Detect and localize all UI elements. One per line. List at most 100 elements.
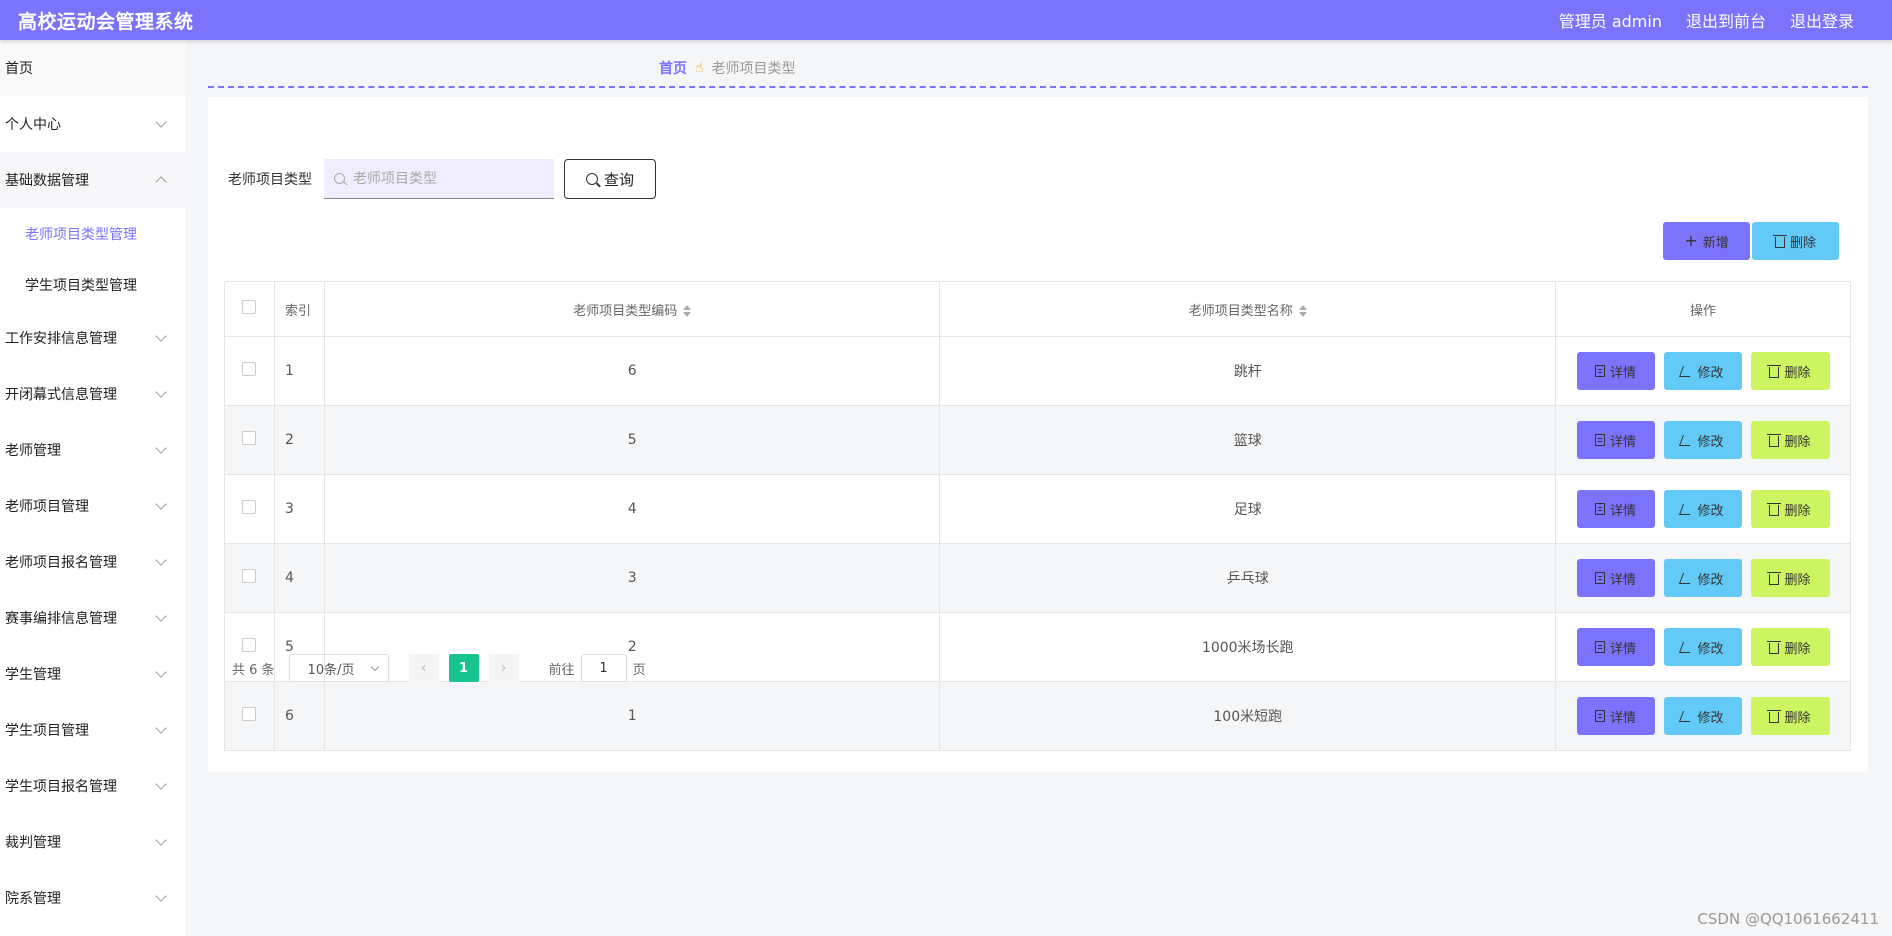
sidebar-item-label: 赛事编排信息管理	[5, 611, 117, 627]
sidebar-item-teacher-signup[interactable]: 老师项目报名管理	[0, 534, 185, 590]
search-input-wrapper	[324, 159, 554, 199]
detail-button[interactable]: 详情	[1576, 352, 1655, 390]
row-select-cell[interactable]	[224, 543, 275, 613]
pagination: 共 6 条 10条/页 ‹ 1 › 前往 1 页	[232, 654, 646, 682]
delete-button-label: 删除	[1784, 572, 1811, 588]
breadcrumb-divider	[208, 86, 1868, 88]
logout-link[interactable]: 退出登录	[1790, 8, 1854, 32]
sidebar-item-student-signup[interactable]: 学生项目报名管理	[0, 758, 185, 814]
row-select-cell[interactable]	[224, 405, 275, 475]
header-select-all[interactable]	[224, 281, 275, 337]
edit-icon	[1679, 434, 1695, 446]
page-suffix: 页	[632, 662, 646, 678]
page-number-current[interactable]: 1	[448, 654, 479, 682]
query-button[interactable]: 查询	[564, 159, 656, 199]
app-title: 高校运动会管理系统	[18, 10, 194, 33]
sidebar-item-student-projects[interactable]: 学生项目管理	[0, 702, 185, 758]
pagination-total: 共 6 条	[232, 662, 275, 678]
edit-button[interactable]: 修改	[1663, 421, 1742, 459]
checkbox[interactable]	[242, 300, 257, 314]
trash-icon	[1767, 571, 1782, 585]
sidebar-item-teachers[interactable]: 老师管理	[0, 422, 185, 478]
goto-page-input[interactable]: 1	[580, 654, 627, 682]
sidebar-item-label: 老师项目管理	[5, 499, 89, 515]
checkbox[interactable]	[242, 569, 257, 583]
edit-button[interactable]: 修改	[1663, 352, 1742, 390]
detail-button-label: 详情	[1609, 434, 1636, 450]
exit-to-front-link[interactable]: 退出到前台	[1686, 8, 1766, 32]
delete-button[interactable]: 删除	[1750, 490, 1830, 528]
detail-button[interactable]: 详情	[1576, 490, 1655, 528]
row-select-cell[interactable]	[224, 681, 275, 751]
sidebar-item-ceremony[interactable]: 开闭幕式信息管理	[0, 366, 185, 422]
detail-button-label: 详情	[1609, 572, 1636, 588]
detail-button[interactable]: 详情	[1576, 628, 1655, 666]
admin-user-label[interactable]: 管理员 admin	[1559, 8, 1662, 32]
checkbox[interactable]	[242, 362, 257, 376]
sidebar-item-event-schedule[interactable]: 赛事编排信息管理	[0, 590, 185, 646]
checkbox[interactable]	[242, 500, 257, 514]
sidebar-item-students[interactable]: 学生管理	[0, 646, 185, 702]
sidebar-subitem-teacher-type[interactable]: 老师项目类型管理	[0, 208, 185, 259]
header-name[interactable]: 老师项目类型名称	[939, 281, 1557, 337]
detail-button-label: 详情	[1609, 503, 1636, 519]
checkbox[interactable]	[242, 707, 257, 721]
chevron-down-icon	[155, 890, 167, 902]
sidebar-item-basic-data[interactable]: 基础数据管理	[0, 152, 185, 208]
sidebar-subitem-student-type[interactable]: 学生项目类型管理	[0, 259, 185, 310]
toolbar: + 新增 删除	[1663, 222, 1839, 260]
delete-button[interactable]: 删除	[1750, 352, 1830, 390]
sidebar-item-label: 基础数据管理	[5, 173, 89, 189]
detail-button[interactable]: 详情	[1576, 697, 1655, 735]
edit-button[interactable]: 修改	[1663, 697, 1742, 735]
batch-delete-label: 删除	[1789, 235, 1816, 251]
prev-page-button[interactable]: ‹	[408, 654, 439, 682]
delete-button[interactable]: 删除	[1750, 559, 1830, 597]
page-size-value: 10条/页	[307, 662, 355, 678]
sidebar-item-departments[interactable]: 院系管理	[0, 870, 185, 926]
checkbox[interactable]	[242, 431, 257, 445]
checkbox[interactable]	[242, 638, 257, 652]
detail-button[interactable]: 详情	[1576, 421, 1655, 459]
header-code[interactable]: 老师项目类型编码	[323, 281, 941, 337]
sidebar-item-label: 首页	[5, 61, 33, 77]
row-name: 跳杆	[939, 336, 1557, 406]
top-bar: 高校运动会管理系统 管理员 admin 退出到前台 退出登录	[0, 0, 1892, 40]
sort-icon[interactable]	[1298, 305, 1307, 317]
edit-button[interactable]: 修改	[1663, 490, 1742, 528]
delete-button[interactable]: 删除	[1750, 421, 1830, 459]
batch-delete-button[interactable]: 删除	[1752, 222, 1839, 260]
watermark: CSDN @QQ1061662411	[1697, 910, 1879, 928]
sidebar-item-personal-center[interactable]: 个人中心	[0, 96, 185, 152]
row-code: 6	[323, 336, 941, 406]
sidebar-item-work-schedule[interactable]: 工作安排信息管理	[0, 310, 185, 366]
sort-icon[interactable]	[683, 305, 692, 317]
sidebar-item-teacher-projects[interactable]: 老师项目管理	[0, 478, 185, 534]
sidebar-item-label: 个人中心	[5, 117, 61, 133]
sidebar-item-referees[interactable]: 裁判管理	[0, 814, 185, 870]
row-select-cell[interactable]	[224, 336, 275, 406]
next-page-button[interactable]: ›	[488, 654, 519, 682]
delete-button[interactable]: 删除	[1750, 697, 1830, 735]
edit-button[interactable]: 修改	[1663, 559, 1742, 597]
chevron-down-icon	[155, 498, 167, 510]
search-icon	[585, 173, 598, 185]
edit-icon	[1679, 503, 1695, 515]
delete-button-label: 删除	[1784, 641, 1811, 657]
row-select-cell[interactable]	[224, 474, 275, 544]
row-name: 100米短跑	[939, 681, 1557, 751]
edit-icon	[1679, 710, 1695, 722]
row-action-group: 详情 修改 删除	[1556, 697, 1850, 735]
search-input[interactable]	[353, 170, 523, 187]
breadcrumb-home[interactable]: 首页	[659, 58, 687, 78]
chevron-right-icon: ›	[500, 660, 507, 676]
page-size-select[interactable]: 10条/页	[288, 654, 389, 682]
sidebar-item-home[interactable]: 首页	[0, 40, 185, 96]
edit-button[interactable]: 修改	[1663, 628, 1742, 666]
delete-button[interactable]: 删除	[1750, 628, 1830, 666]
edit-button-label: 修改	[1697, 434, 1724, 450]
detail-button[interactable]: 详情	[1576, 559, 1655, 597]
document-icon	[1594, 710, 1605, 722]
sidebar: 首页 个人中心 基础数据管理 老师项目类型管理 学生项目类型管理 工作安排信息管…	[0, 40, 185, 936]
add-button[interactable]: + 新增	[1663, 222, 1750, 260]
